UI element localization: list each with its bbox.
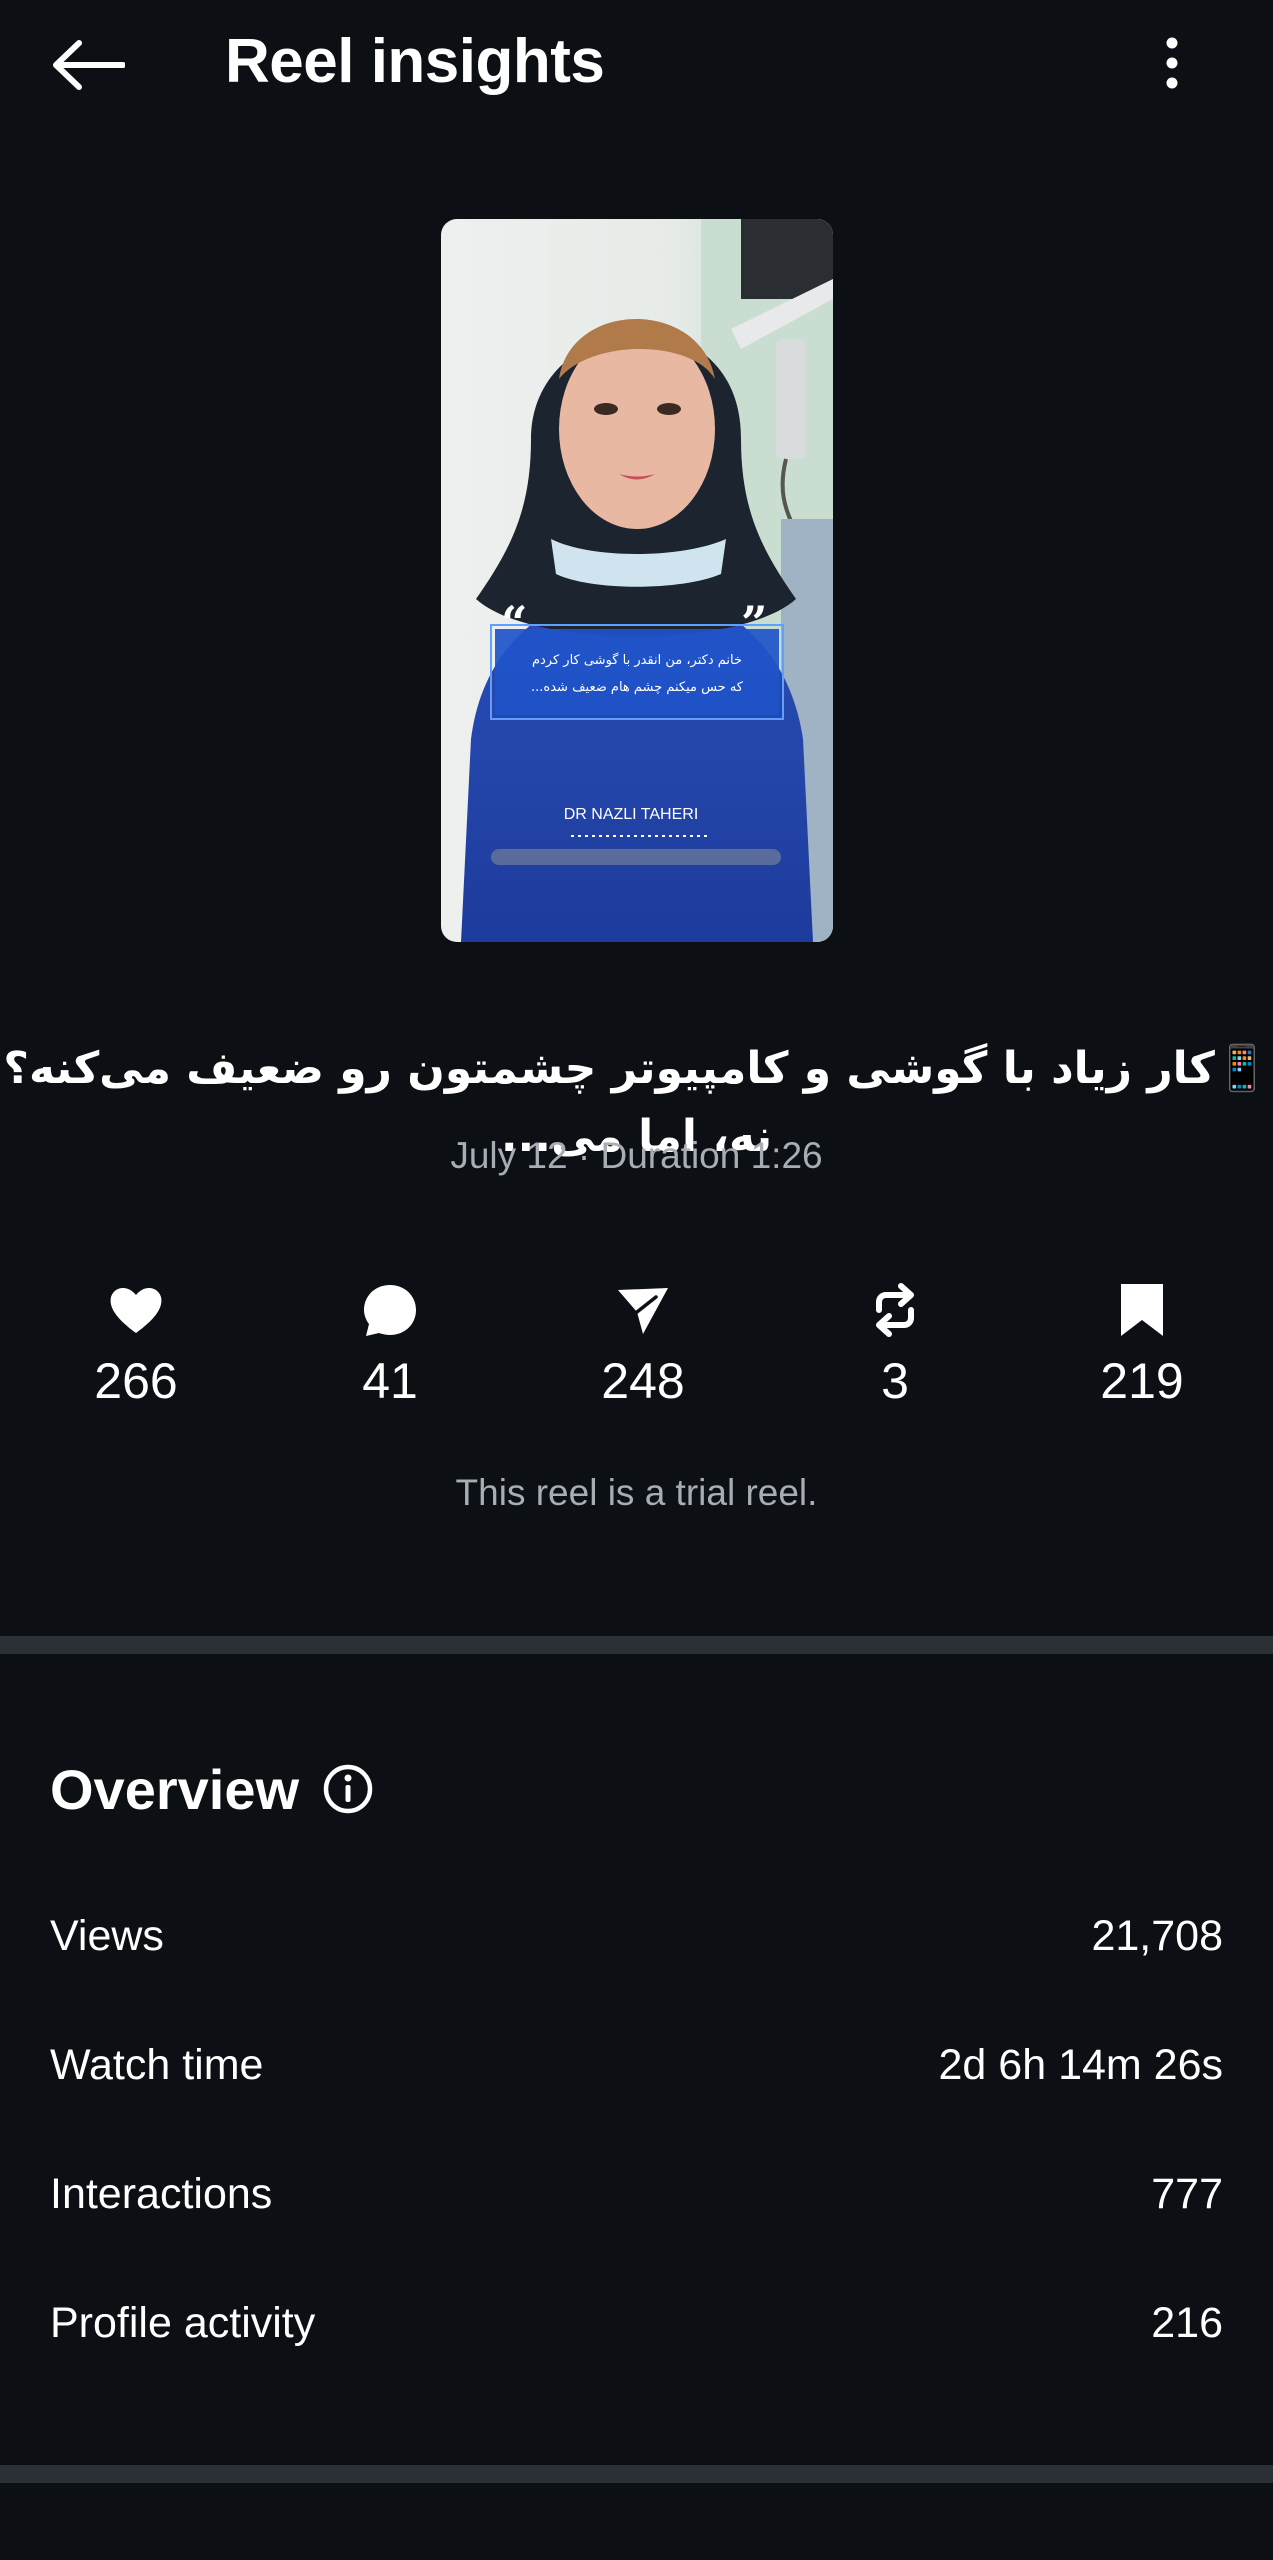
comments-count: 41	[362, 1353, 418, 1409]
overview-row-watch-time[interactable]: Watch time 2d 6h 14m 26s	[50, 2030, 1223, 2100]
stat-saves: 219	[1042, 1280, 1242, 1416]
overview-row-views[interactable]: Views 21,708	[50, 1901, 1223, 1971]
svg-text:”: ”	[741, 596, 767, 650]
arrow-left-icon	[53, 40, 125, 90]
reel-thumbnail-image: “ ” خانم دکتر، من انقدر با گوشی کار کردم…	[441, 219, 833, 942]
interactions-label: Interactions	[50, 2169, 273, 2218]
svg-text:“: “	[501, 596, 527, 650]
watch-time-label: Watch time	[50, 2040, 264, 2089]
stat-reposts: 3	[795, 1280, 995, 1416]
more-options-button[interactable]	[1150, 28, 1194, 98]
heart-icon	[110, 1288, 162, 1333]
top-bar: Reel insights	[0, 0, 1273, 130]
watch-time-value: 2d 6h 14m 26s	[938, 2040, 1223, 2089]
overview-row-profile-activity[interactable]: Profile activity 216	[50, 2288, 1223, 2358]
overview-row-interactions[interactable]: Interactions 777	[50, 2159, 1223, 2229]
reel-meta: July 12 · Duration 1:26	[450, 1135, 823, 1176]
reposts-count: 3	[881, 1353, 909, 1409]
more-vertical-icon	[1166, 37, 1178, 89]
trial-reel-note: This reel is a trial reel.	[455, 1472, 818, 1513]
engagement-stats: 266 41 248 3 219	[0, 1280, 1273, 1430]
info-icon[interactable]	[322, 1763, 374, 1815]
section-divider-bottom	[0, 2465, 1273, 2483]
likes-count: 266	[94, 1353, 178, 1409]
comment-icon	[364, 1285, 416, 1336]
overview-heading: Overview	[50, 1758, 300, 1821]
views-label: Views	[50, 1911, 164, 1960]
profile-activity-value: 216	[1151, 2298, 1223, 2347]
stat-shares: 248	[543, 1280, 743, 1416]
stat-likes: 266	[36, 1280, 236, 1416]
views-value: 21,708	[1091, 1911, 1223, 1960]
section-divider	[0, 1636, 1273, 1654]
bookmark-icon	[1121, 1284, 1163, 1336]
saves-count: 219	[1100, 1353, 1184, 1409]
stat-comments: 41	[290, 1280, 490, 1416]
shares-count: 248	[601, 1353, 685, 1409]
thumbnail-watermark: DR NAZLI TAHERI	[564, 806, 699, 823]
reel-thumbnail[interactable]: “ ” خانم دکتر، من انقدر با گوشی کار کردم…	[441, 219, 833, 942]
share-icon	[618, 1288, 668, 1334]
page-title: Reel insights	[225, 27, 605, 96]
quote-line-2: که حس میکنم چشم هام ضعیف شده...	[531, 680, 744, 695]
interactions-value: 777	[1151, 2169, 1223, 2218]
back-button[interactable]	[48, 30, 128, 100]
repost-icon	[876, 1283, 914, 1337]
quote-line-1: خانم دکتر، من انقدر با گوشی کار کردم	[532, 652, 742, 668]
profile-activity-label: Profile activity	[50, 2298, 316, 2347]
